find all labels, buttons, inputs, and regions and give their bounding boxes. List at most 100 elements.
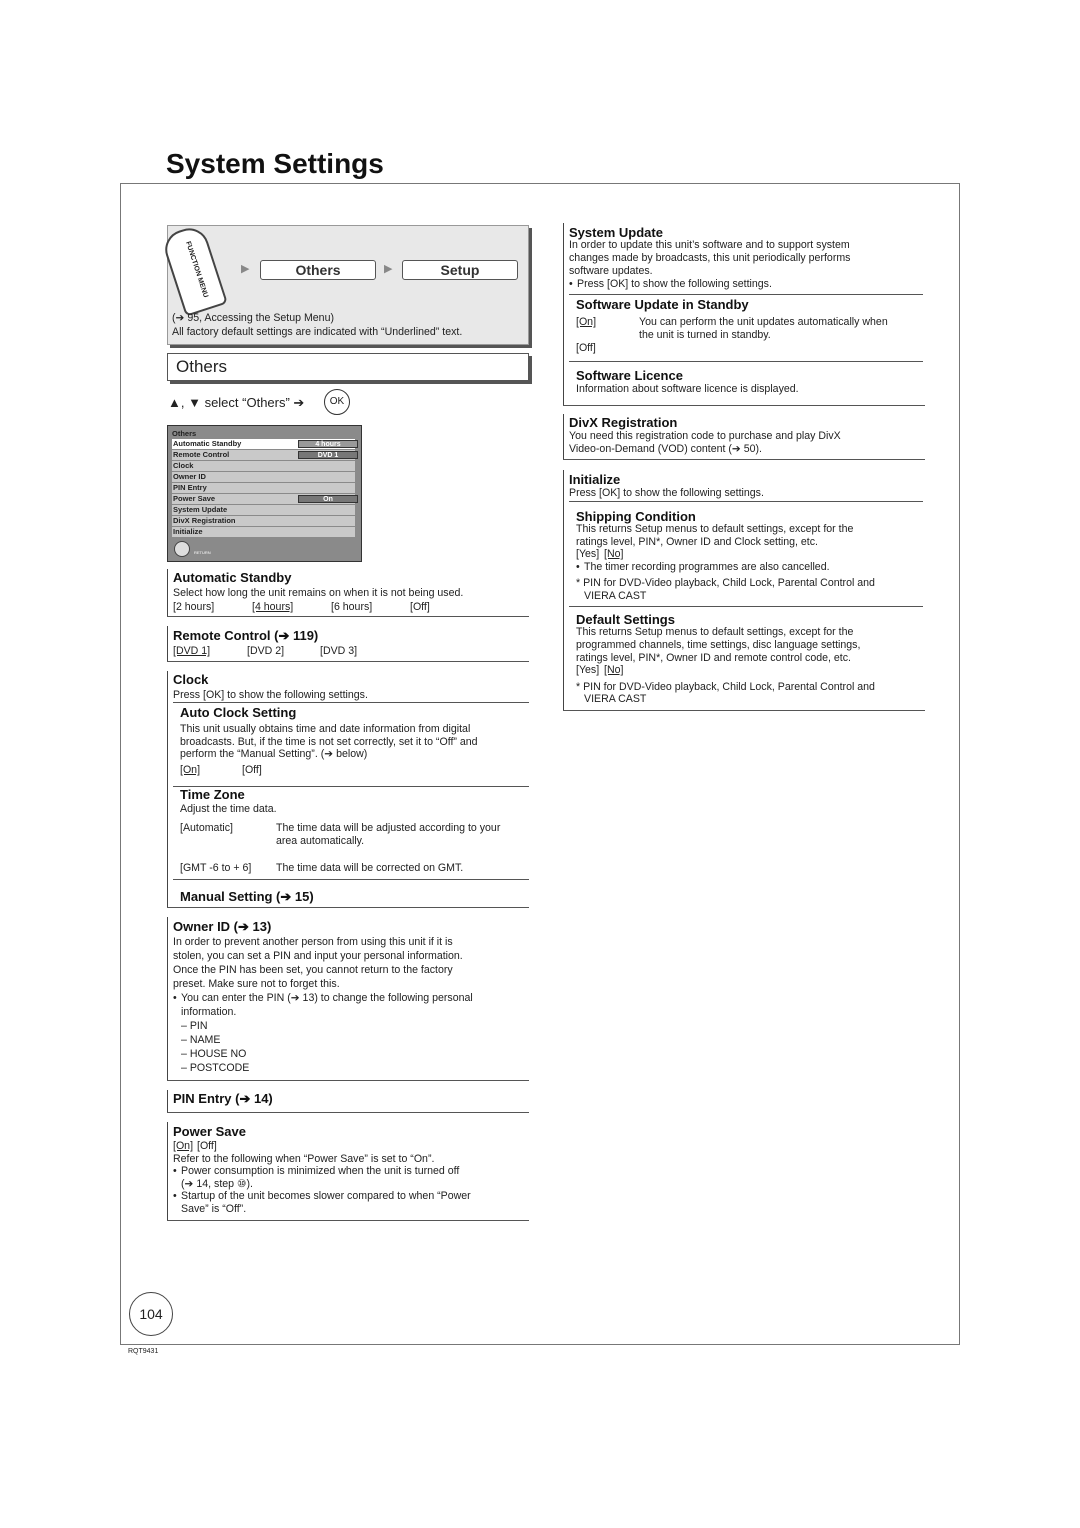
default-settings-heading: Default Settings — [576, 612, 675, 627]
option-desc: The time data will be adjusted according… — [276, 822, 501, 834]
menu-item[interactable]: DivX Registration — [172, 516, 355, 526]
system-update-text: changes made by broadcasts, this unit pe… — [569, 252, 851, 264]
footnote: VIERA CAST — [584, 590, 647, 602]
footnote: * PIN for DVD-Video playback, Child Lock… — [576, 681, 875, 693]
menu-value: 4 hours — [298, 440, 358, 448]
time-zone-desc: Adjust the time data. — [180, 803, 277, 815]
others-step: Others — [260, 260, 376, 280]
clock-desc: Press [OK] to show the following setting… — [173, 689, 368, 701]
page-title: System Settings — [166, 148, 384, 179]
arrow-right-icon: ▶ — [384, 263, 393, 275]
owner-id-bullet: You can enter the PIN (➔ 13) to change t… — [181, 992, 473, 1004]
divider — [563, 710, 925, 711]
instruction-text: ▲, ▼ select “Others” ➔ — [168, 395, 305, 410]
divider — [563, 470, 564, 710]
setup-screen: Others Automatic Standby 4 hours Remote C… — [167, 425, 362, 562]
divider — [563, 405, 925, 406]
menu-item[interactable]: Clock — [172, 461, 355, 471]
option: [Off] — [576, 342, 596, 354]
divider — [167, 907, 529, 908]
doc-code: RQT9431 — [128, 1348, 159, 1355]
automatic-standby-heading: Automatic Standby — [173, 570, 292, 585]
time-zone-heading: Time Zone — [180, 787, 245, 802]
initialize-desc: Press [OK] to show the following setting… — [569, 487, 764, 499]
footnote: VIERA CAST — [584, 693, 647, 705]
power-save-bullet: Power consumption is minimized when the … — [181, 1165, 460, 1177]
nav-note: All factory default settings are indicat… — [172, 326, 463, 338]
menu-item[interactable]: Owner ID — [172, 472, 355, 482]
shipping-text: This returns Setup menus to default sett… — [576, 523, 854, 535]
software-licence-heading: Software Licence — [576, 368, 683, 383]
option: [Off] — [410, 601, 430, 613]
option-desc: You can perform the unit updates automat… — [639, 316, 888, 328]
menu-item[interactable]: Power Save On — [172, 494, 358, 504]
menu-label: Automatic Standby — [173, 439, 242, 448]
default-text: programmed channels, time settings, disc… — [576, 639, 861, 651]
divider — [167, 671, 168, 908]
shipping-condition-heading: Shipping Condition — [576, 509, 696, 524]
power-save-bullet: Save” is “Off”. — [181, 1203, 247, 1215]
clock-heading: Clock — [173, 672, 209, 687]
auto-clock-text: perform the “Manual Setting”. (➔ below) — [180, 748, 368, 760]
menu-item[interactable]: Automatic Standby 4 hours — [172, 439, 358, 449]
return-label: RETURN — [194, 550, 211, 555]
divider — [167, 661, 529, 662]
divider — [563, 223, 564, 405]
software-update-standby-heading: Software Update in Standby — [576, 297, 749, 312]
system-update-bullet: Press [OK] to show the following setting… — [577, 278, 772, 290]
pin-entry-heading: PIN Entry (➔ 14) — [173, 1091, 273, 1106]
menu-value: On — [298, 495, 358, 503]
menu-item[interactable]: System Update — [172, 505, 355, 515]
menu-item[interactable]: Initialize — [172, 527, 355, 537]
option: [DVD 3] — [320, 645, 358, 657]
owner-id-text: Once the PIN has been set, you cannot re… — [173, 964, 453, 976]
option-default: [On] — [576, 316, 597, 328]
power-save-bullet: (➔ 14, step ⑩). — [181, 1178, 253, 1190]
option-desc: area automatically. — [276, 835, 365, 847]
divider — [167, 1090, 168, 1112]
divider — [167, 569, 168, 617]
divider — [167, 1080, 529, 1081]
list-item: – HOUSE NO — [181, 1048, 247, 1060]
nav-ref: (➔ 95, Accessing the Setup Menu) — [172, 312, 334, 324]
option: [Automatic] — [180, 822, 233, 834]
auto-clock-text: This unit usually obtains time and date … — [180, 723, 471, 735]
auto-clock-heading: Auto Clock Setting — [180, 705, 297, 720]
remote-control-heading: Remote Control (➔ 119) — [173, 628, 319, 643]
menu-label: Power Save — [173, 494, 216, 503]
system-update-heading: System Update — [569, 225, 663, 240]
divider — [569, 501, 923, 502]
bullet-icon: • — [569, 278, 573, 290]
divx-registration-heading: DivX Registration — [569, 415, 678, 430]
menu-label: Clock — [173, 461, 194, 470]
option-default: [On] — [180, 764, 201, 776]
option-default: [No] — [604, 548, 624, 560]
list-item: – NAME — [181, 1034, 221, 1046]
software-licence-desc: Information about software licence is di… — [576, 383, 799, 395]
power-save-desc: Refer to the following when “Power Save”… — [173, 1153, 435, 1165]
option: [6 hours] — [331, 601, 373, 613]
divider — [167, 1122, 168, 1220]
automatic-standby-desc: Select how long the unit remains on when… — [173, 587, 464, 599]
shipping-text: ratings level, PIN*, Owner ID and Clock … — [576, 536, 818, 548]
option: [GMT -6 to + 6] — [180, 862, 252, 874]
option: [Yes] — [576, 664, 600, 676]
divx-text: Video-on-Demand (VOD) content (➔ 50). — [569, 443, 762, 455]
owner-id-bullet: information. — [181, 1006, 237, 1018]
menu-label: Owner ID — [173, 472, 206, 481]
menu-item[interactable]: PIN Entry — [172, 483, 355, 493]
dpad-icon — [174, 541, 190, 557]
menu-value: DVD 1 — [298, 451, 358, 459]
divider — [167, 1112, 529, 1113]
divider — [167, 616, 529, 617]
list-item: – PIN — [181, 1020, 208, 1032]
power-save-heading: Power Save — [173, 1124, 246, 1139]
option: [2 hours] — [173, 601, 215, 613]
option: [DVD 2] — [247, 645, 285, 657]
auto-clock-text: broadcasts. But, if the time is not set … — [180, 736, 478, 748]
default-text: ratings level, PIN*, Owner ID and remote… — [576, 652, 851, 664]
menu-label: DivX Registration — [173, 516, 236, 525]
manual-page: System Settings FUNCTION MENU ▶ Others ▶… — [0, 0, 1080, 1528]
owner-id-heading: Owner ID (➔ 13) — [173, 919, 272, 934]
menu-item[interactable]: Remote Control DVD 1 — [172, 450, 358, 460]
